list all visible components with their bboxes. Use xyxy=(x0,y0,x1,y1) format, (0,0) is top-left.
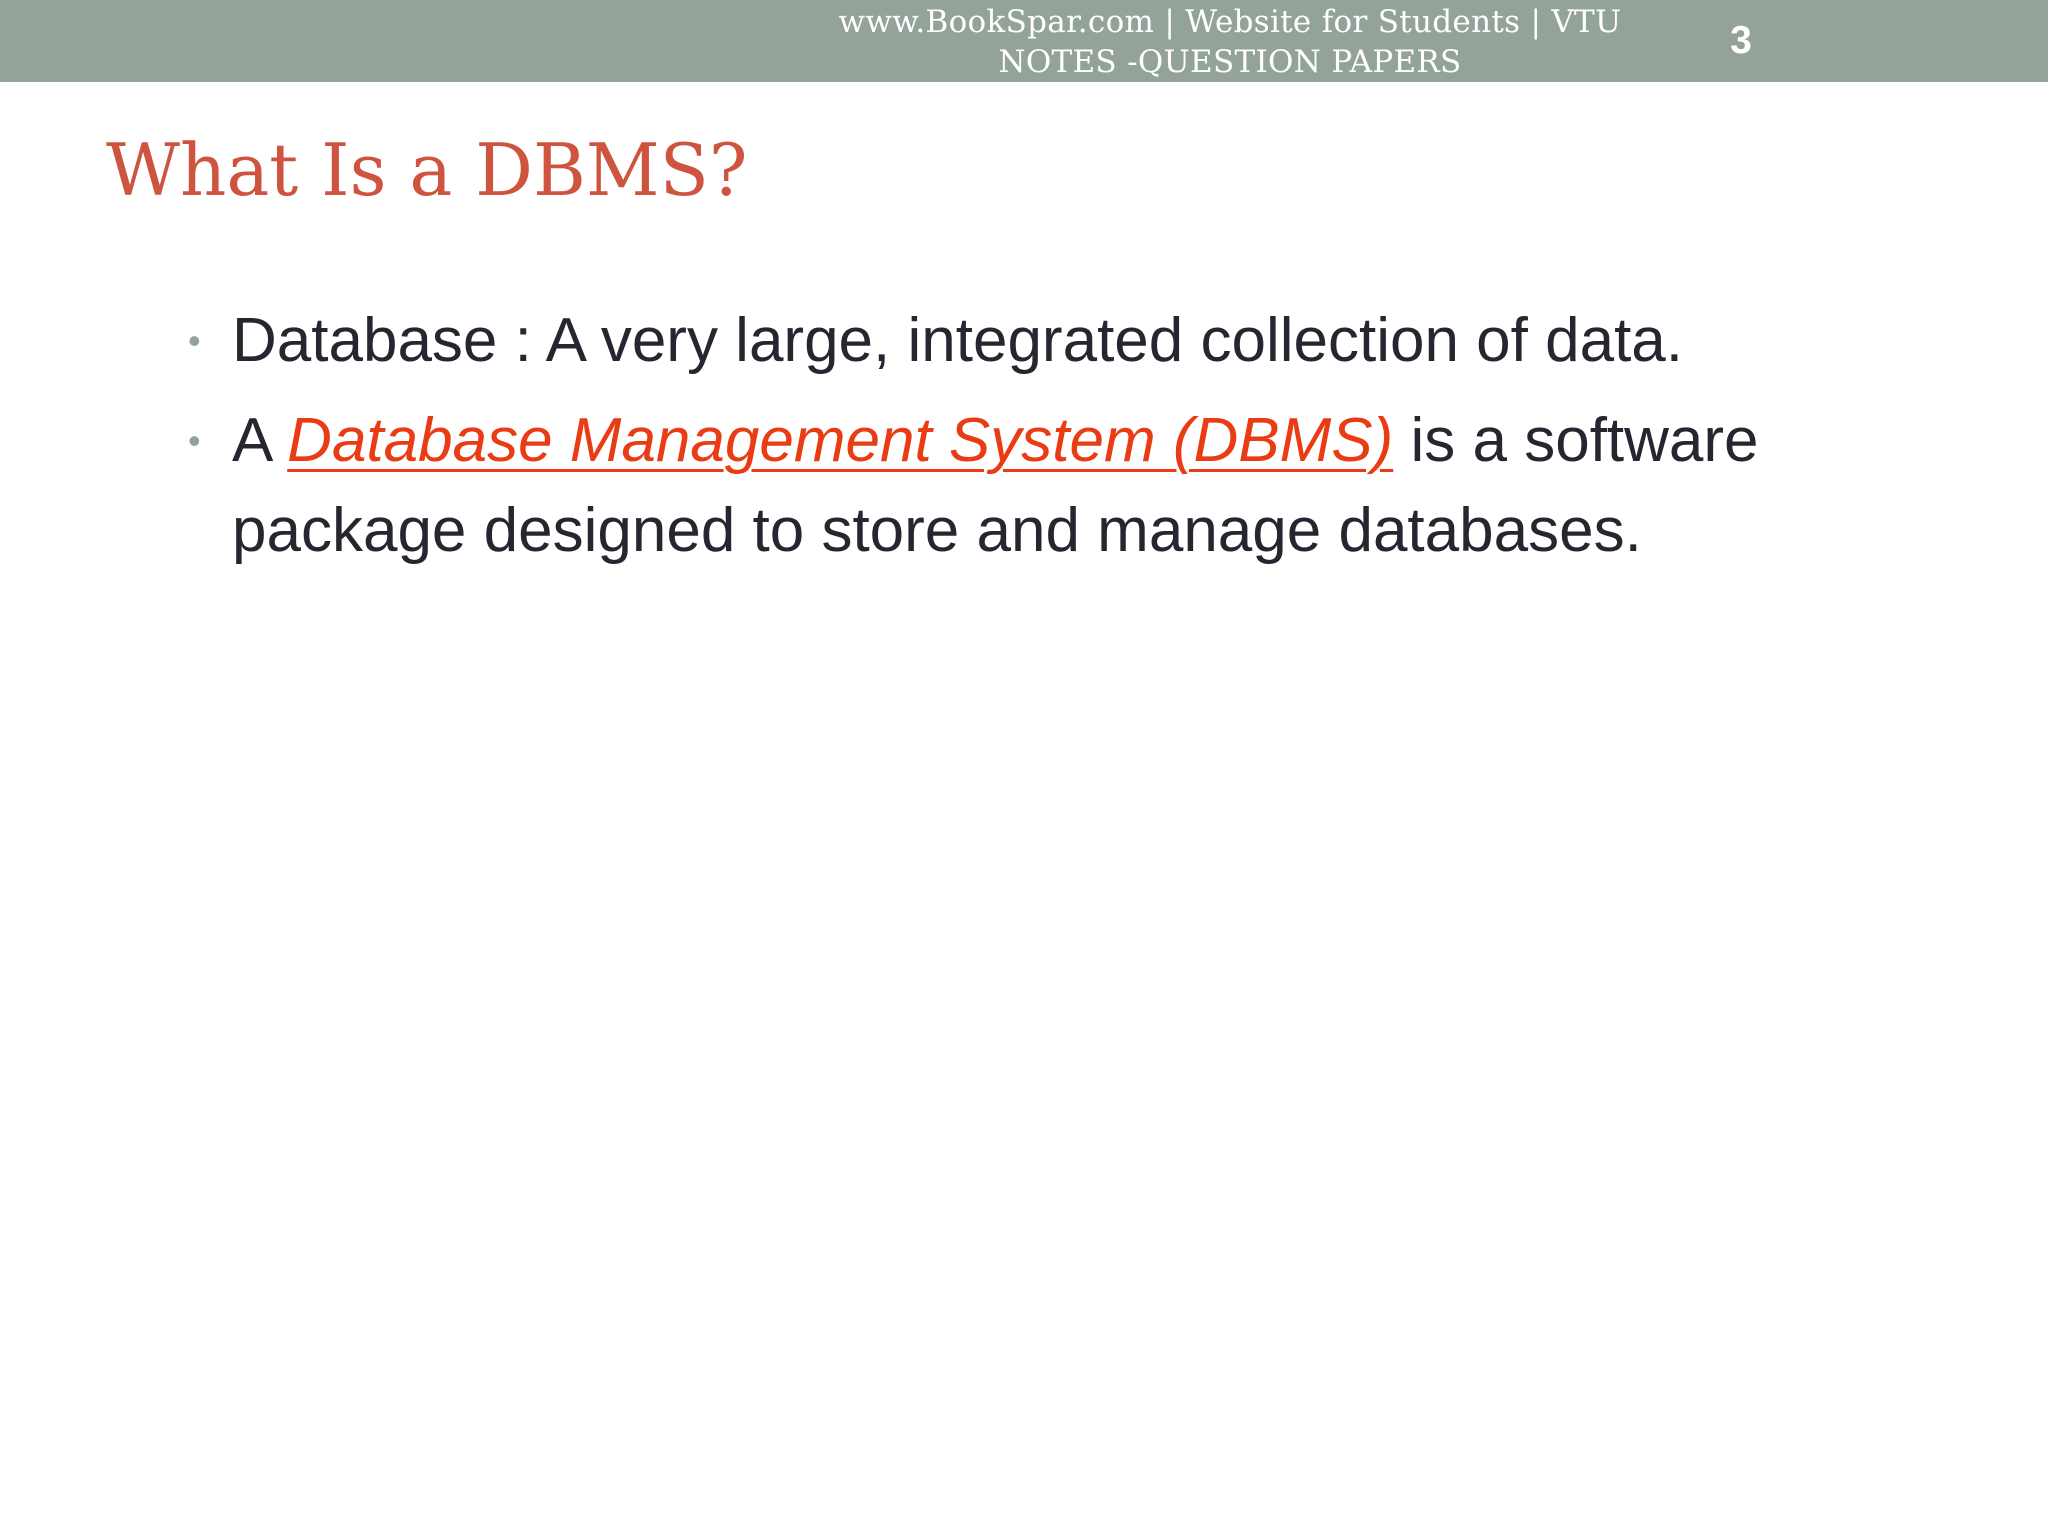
header-text: www.BookSpar.com | Website for Students … xyxy=(760,2,1700,82)
bullet-item-dbms: • A Database Management System (DBMS) is… xyxy=(188,396,1908,576)
bullet-item-database: • Database : A very large, integrated co… xyxy=(188,296,1908,386)
dbms-definition-link[interactable]: Database Management System (DBMS) xyxy=(287,406,1393,475)
header-line-1: www.BookSpar.com | Website for Students … xyxy=(838,4,1622,40)
bullet-text: Database : A very large, integrated coll… xyxy=(232,306,1684,375)
header-line-2: NOTES -QUESTION PAPERS xyxy=(998,44,1462,80)
header-bar: www.BookSpar.com | Website for Students … xyxy=(0,0,2048,82)
slide-title: What Is a DBMS? xyxy=(106,128,748,212)
bullet-icon: • xyxy=(188,320,201,361)
bullet-list: • Database : A very large, integrated co… xyxy=(188,296,1908,586)
slide-number: 3 xyxy=(1730,19,1752,62)
bullet-prefix: A xyxy=(232,406,288,475)
slide: www.BookSpar.com | Website for Students … xyxy=(0,0,2048,1536)
bullet-icon: • xyxy=(188,420,201,461)
